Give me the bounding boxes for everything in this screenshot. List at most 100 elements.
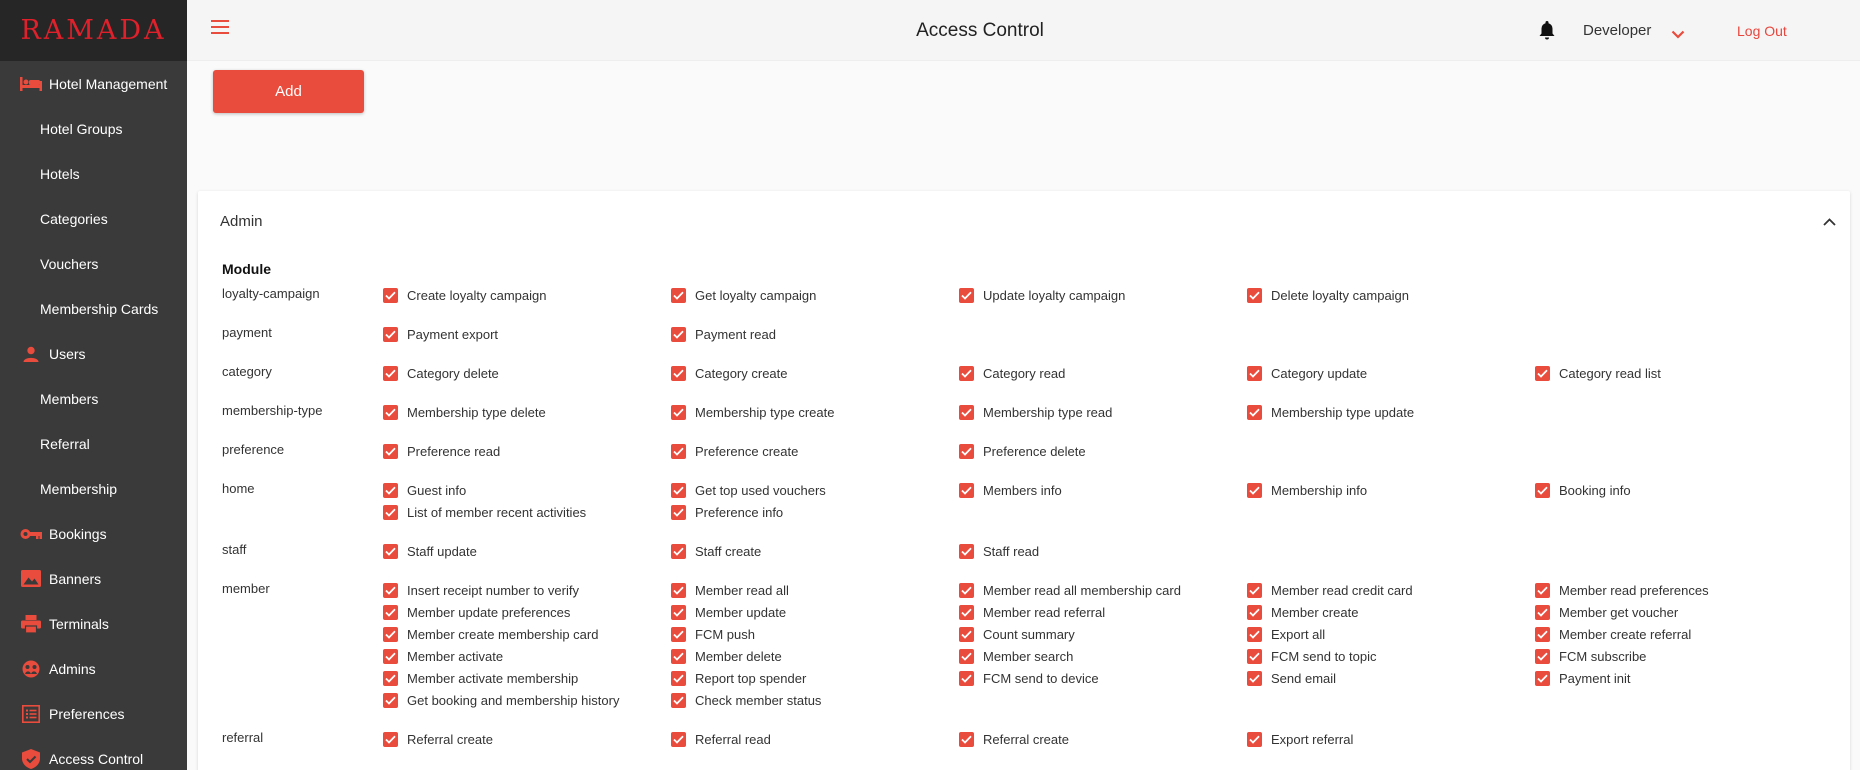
checkbox-checked-icon[interactable]	[383, 582, 398, 598]
panel-header[interactable]: Admin	[198, 191, 1850, 251]
permission-checkbox[interactable]: FCM send to topic	[1247, 647, 1535, 665]
permission-checkbox[interactable]: FCM push	[671, 625, 959, 643]
checkbox-checked-icon[interactable]	[671, 670, 686, 686]
permission-checkbox[interactable]: Preference info	[671, 503, 959, 521]
permission-checkbox[interactable]: Category read	[959, 364, 1247, 382]
sidebar-item-terminals[interactable]: Terminals	[0, 601, 187, 646]
sidebar-item-referral[interactable]: Referral	[0, 421, 187, 466]
permission-checkbox[interactable]: Preference read	[383, 442, 671, 460]
permission-checkbox[interactable]: FCM subscribe	[1535, 647, 1823, 665]
permission-checkbox[interactable]: Delete loyalty campaign	[1247, 286, 1535, 304]
permission-checkbox[interactable]: Update loyalty campaign	[959, 286, 1247, 304]
permission-checkbox[interactable]: Category create	[671, 364, 959, 382]
permission-checkbox[interactable]: Payment read	[671, 325, 959, 343]
sidebar-item-membership[interactable]: Membership	[0, 466, 187, 511]
permission-checkbox[interactable]: Members info	[959, 481, 1247, 499]
permission-checkbox[interactable]: Member update preferences	[383, 603, 671, 621]
permission-checkbox[interactable]: Staff update	[383, 542, 671, 560]
checkbox-checked-icon[interactable]	[959, 404, 974, 420]
checkbox-checked-icon[interactable]	[959, 443, 974, 459]
sidebar-item-hotels[interactable]: Hotels	[0, 151, 187, 196]
permission-checkbox[interactable]: Payment init	[1535, 669, 1823, 687]
checkbox-checked-icon[interactable]	[1247, 365, 1262, 381]
checkbox-checked-icon[interactable]	[383, 482, 398, 498]
sidebar-item-members[interactable]: Members	[0, 376, 187, 421]
checkbox-checked-icon[interactable]	[383, 692, 398, 708]
sidebar-item-vouchers[interactable]: Vouchers	[0, 241, 187, 286]
checkbox-checked-icon[interactable]	[959, 604, 974, 620]
checkbox-checked-icon[interactable]	[1535, 582, 1550, 598]
permission-checkbox[interactable]: FCM send to device	[959, 669, 1247, 687]
permission-checkbox[interactable]: Preference delete	[959, 442, 1247, 460]
permission-checkbox[interactable]: Export referral	[1247, 730, 1535, 748]
checkbox-checked-icon[interactable]	[383, 626, 398, 642]
checkbox-checked-icon[interactable]	[671, 443, 686, 459]
ramada-logo[interactable]: RAMADA	[20, 15, 166, 46]
permission-checkbox[interactable]: Payment export	[383, 325, 671, 343]
permission-checkbox[interactable]: Member search	[959, 647, 1247, 665]
checkbox-checked-icon[interactable]	[1247, 648, 1262, 664]
checkbox-checked-icon[interactable]	[671, 582, 686, 598]
permission-checkbox[interactable]: Guest info	[383, 481, 671, 499]
checkbox-checked-icon[interactable]	[383, 504, 398, 520]
sidebar-item-users[interactable]: Users	[0, 331, 187, 376]
checkbox-checked-icon[interactable]	[383, 326, 398, 342]
permission-checkbox[interactable]: Member get voucher	[1535, 603, 1823, 621]
checkbox-checked-icon[interactable]	[1247, 670, 1262, 686]
permission-checkbox[interactable]: Count summary	[959, 625, 1247, 643]
sidebar-item-admins[interactable]: Admins	[0, 646, 187, 691]
checkbox-checked-icon[interactable]	[1535, 365, 1550, 381]
checkbox-checked-icon[interactable]	[671, 326, 686, 342]
checkbox-checked-icon[interactable]	[1535, 670, 1550, 686]
checkbox-checked-icon[interactable]	[383, 443, 398, 459]
checkbox-checked-icon[interactable]	[1535, 626, 1550, 642]
checkbox-checked-icon[interactable]	[671, 482, 686, 498]
permission-checkbox[interactable]: Get top used vouchers	[671, 481, 959, 499]
permission-checkbox[interactable]: Member delete	[671, 647, 959, 665]
checkbox-checked-icon[interactable]	[383, 670, 398, 686]
permission-checkbox[interactable]: Referral create	[383, 730, 671, 748]
sidebar-item-hotel-groups[interactable]: Hotel Groups	[0, 106, 187, 151]
checkbox-checked-icon[interactable]	[671, 626, 686, 642]
checkbox-checked-icon[interactable]	[383, 604, 398, 620]
checkbox-checked-icon[interactable]	[959, 670, 974, 686]
logout-link[interactable]: Log Out	[1737, 23, 1787, 39]
permission-checkbox[interactable]: Booking info	[1535, 481, 1823, 499]
checkbox-checked-icon[interactable]	[1247, 287, 1262, 303]
permission-checkbox[interactable]: Membership type delete	[383, 403, 671, 421]
permission-checkbox[interactable]: Category read list	[1535, 364, 1823, 382]
checkbox-checked-icon[interactable]	[671, 692, 686, 708]
permission-checkbox[interactable]: Staff read	[959, 542, 1247, 560]
checkbox-checked-icon[interactable]	[959, 365, 974, 381]
permission-checkbox[interactable]: Member read referral	[959, 603, 1247, 621]
sidebar-item-bookings[interactable]: Bookings	[0, 511, 187, 556]
checkbox-checked-icon[interactable]	[671, 648, 686, 664]
checkbox-checked-icon[interactable]	[671, 365, 686, 381]
sidebar-item-banners[interactable]: Banners	[0, 556, 187, 601]
checkbox-checked-icon[interactable]	[671, 287, 686, 303]
permission-checkbox[interactable]: Membership type create	[671, 403, 959, 421]
checkbox-checked-icon[interactable]	[1247, 604, 1262, 620]
add-button[interactable]: Add	[213, 70, 364, 113]
permission-checkbox[interactable]: Category update	[1247, 364, 1535, 382]
checkbox-checked-icon[interactable]	[1535, 648, 1550, 664]
user-name[interactable]: Developer	[1583, 22, 1651, 39]
checkbox-checked-icon[interactable]	[383, 365, 398, 381]
checkbox-checked-icon[interactable]	[383, 648, 398, 664]
checkbox-checked-icon[interactable]	[383, 287, 398, 303]
checkbox-checked-icon[interactable]	[671, 404, 686, 420]
checkbox-checked-icon[interactable]	[1535, 482, 1550, 498]
checkbox-checked-icon[interactable]	[671, 543, 686, 559]
permission-checkbox[interactable]: Member create referral	[1535, 625, 1823, 643]
sidebar-item-membership-cards[interactable]: Membership Cards	[0, 286, 187, 331]
checkbox-checked-icon[interactable]	[671, 731, 686, 747]
permission-checkbox[interactable]: Member activate	[383, 647, 671, 665]
permission-checkbox[interactable]: Category delete	[383, 364, 671, 382]
permission-checkbox[interactable]: Member update	[671, 603, 959, 621]
permission-checkbox[interactable]: Member activate membership	[383, 669, 671, 687]
checkbox-checked-icon[interactable]	[959, 648, 974, 664]
permission-checkbox[interactable]: Send email	[1247, 669, 1535, 687]
bell-icon[interactable]	[1539, 21, 1555, 46]
permission-checkbox[interactable]: Check member status	[671, 691, 959, 709]
checkbox-checked-icon[interactable]	[1247, 404, 1262, 420]
